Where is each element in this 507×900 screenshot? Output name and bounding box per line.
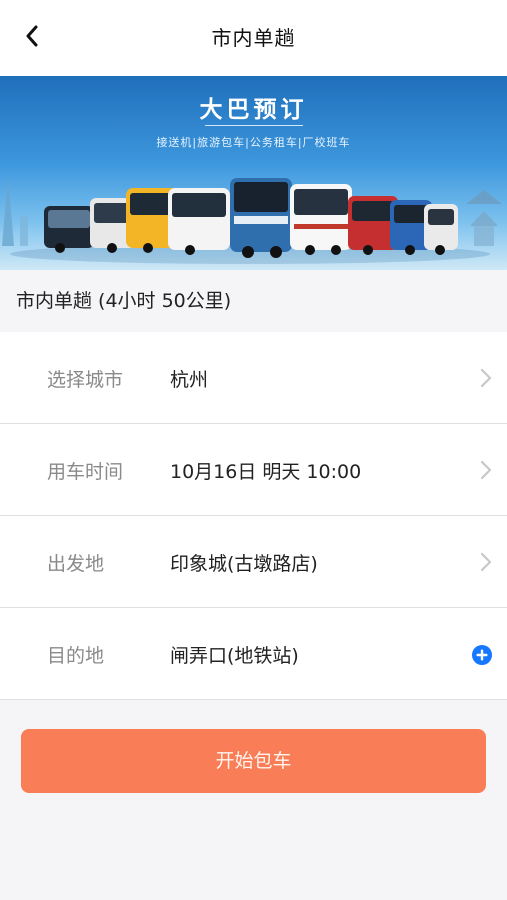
add-stop-icon[interactable] — [471, 644, 493, 666]
banner-subtitle: 接送机|旅游包车|公务租车|厂校班车 — [156, 136, 351, 149]
start-charter-button[interactable]: 开始包车 — [21, 729, 486, 793]
chevron-right-icon — [480, 552, 492, 572]
destination-value: 闸弄口(地铁站) — [170, 645, 299, 667]
chevron-right-icon — [480, 368, 492, 388]
departure-row[interactable]: 出发地 印象城(古墩路店) — [0, 516, 507, 608]
destination-row[interactable]: 目的地 闸弄口(地铁站) — [0, 608, 507, 700]
chevron-right-icon — [480, 460, 492, 480]
select-city-label: 选择城市 — [47, 369, 124, 391]
select-city-row[interactable]: 选择城市 杭州 — [0, 332, 507, 424]
bus-booking-banner[interactable]: 大巴预订 接送机|旅游包车|公务租车|厂校班车 — [0, 76, 507, 270]
booking-form: 选择城市 杭州 用车时间 10月16日 明天 10:00 出发地 印象城(古墩路… — [0, 332, 507, 700]
select-city-value: 杭州 — [170, 369, 209, 391]
pickup-time-value: 10月16日 明天 10:00 — [170, 461, 362, 483]
pickup-time-row[interactable]: 用车时间 10月16日 明天 10:00 — [0, 424, 507, 516]
pickup-time-label: 用车时间 — [47, 461, 124, 483]
departure-label: 出发地 — [47, 553, 105, 575]
banner-divider — [205, 125, 303, 126]
destination-label: 目的地 — [47, 645, 105, 667]
page-title: 市内单趟 — [211, 26, 296, 50]
banner-title: 大巴预订 — [199, 97, 308, 123]
navigation-bar: 市内单趟 — [0, 0, 507, 76]
departure-value: 印象城(古墩路店) — [170, 553, 318, 575]
trip-type-title: 市内单趟 (4小时 50公里) — [0, 270, 507, 332]
